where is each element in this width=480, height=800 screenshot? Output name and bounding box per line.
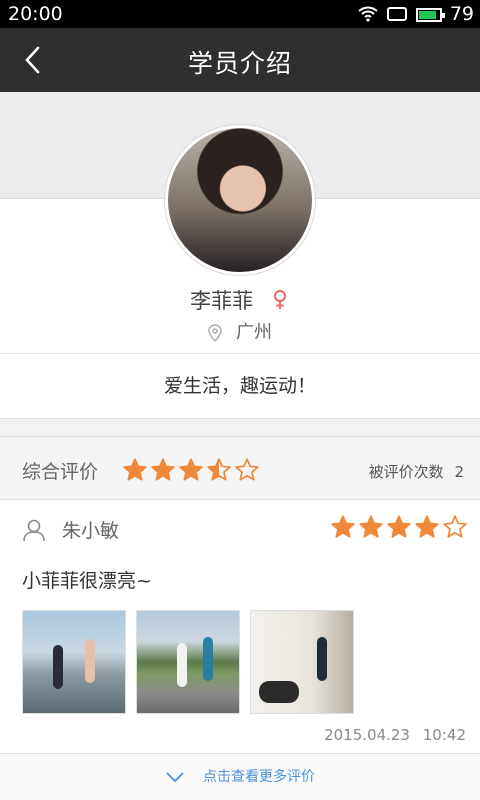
star-filled-icon [415, 515, 439, 538]
review-card: 朱小敏 小菲菲很漂亮~ 2015.04.23 10:42 [0, 500, 480, 754]
avatar[interactable] [165, 125, 315, 275]
profile-location: 广州 [0, 318, 480, 344]
status-bar: 20:00 79 [0, 0, 480, 28]
star-filled-icon [151, 458, 175, 481]
review-photo[interactable] [22, 610, 126, 714]
review-timestamp: 2015.04.23 10:42 [324, 726, 466, 744]
nav-bar: 学员介绍 [0, 28, 480, 92]
location-text: 广州 [236, 322, 272, 343]
reviewer-name: 朱小敏 [62, 520, 120, 542]
review-photo[interactable] [250, 610, 354, 714]
review-photos [22, 610, 354, 714]
battery-icon [415, 7, 445, 22]
wifi-icon [358, 6, 378, 22]
location-pin-icon [208, 324, 222, 342]
more-reviews-label: 点击查看更多评价 [203, 769, 315, 785]
star-filled-icon [123, 458, 147, 481]
star-empty-icon [235, 458, 259, 481]
review-date: 2015.04.23 [324, 726, 410, 744]
review-rating-stars [330, 514, 468, 540]
battery-level: 79 [449, 3, 474, 25]
status-icons: 79 [358, 3, 474, 25]
profile-name-row: 李菲菲 [0, 285, 480, 315]
review-time: 10:42 [422, 726, 466, 744]
overall-rating-label: 综合评价 [22, 461, 99, 483]
more-reviews-button[interactable]: 点击查看更多评价 [0, 754, 480, 800]
star-filled-icon [179, 458, 203, 481]
star-filled-icon [359, 515, 383, 538]
profile-motto: 爱生活，趣运动！ [0, 353, 480, 419]
page-title: 学员介绍 [187, 49, 292, 78]
rating-count-value: 2 [454, 463, 464, 481]
user-icon [23, 519, 45, 541]
star-filled-icon [387, 515, 411, 538]
review-text: 小菲菲很漂亮~ [22, 570, 152, 592]
review-photo[interactable] [136, 610, 240, 714]
overall-rating: 综合评价 被评价次数 2 [0, 436, 480, 500]
star-filled-icon [331, 515, 355, 538]
reviewer: 朱小敏 [22, 516, 119, 543]
chevron-down-icon [166, 772, 184, 783]
profile-name: 李菲菲 [190, 289, 254, 313]
star-half-icon [207, 458, 231, 481]
rating-count: 被评价次数 2 [369, 461, 464, 482]
status-time: 20:00 [8, 3, 63, 25]
rating-count-label: 被评价次数 [368, 463, 444, 481]
female-icon [273, 289, 286, 309]
screen-icon [386, 7, 407, 21]
star-empty-icon [443, 515, 467, 538]
overall-rating-stars [122, 457, 260, 483]
